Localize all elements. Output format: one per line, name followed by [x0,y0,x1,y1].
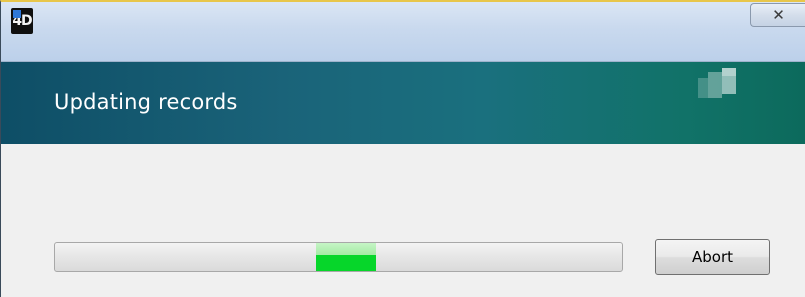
dialog-content: Abort [1,144,805,297]
progress-dialog: 4D ✕ Updating records Abort [0,0,805,297]
progress-marquee-fill [316,255,376,271]
close-icon: ✕ [772,6,785,24]
progress-bar [54,242,623,272]
progress-marquee-highlight [316,243,376,255]
abort-button[interactable]: Abort [655,239,770,275]
close-button[interactable]: ✕ [750,3,805,27]
4d-app-icon: 4D [11,8,33,34]
4d-logo-icon [698,68,736,98]
header-banner: Updating records [1,62,805,144]
dialog-title: Updating records [54,90,238,114]
app-icon-accent [13,10,21,18]
progress-marquee [316,243,376,271]
title-bar: 4D ✕ [1,2,805,62]
